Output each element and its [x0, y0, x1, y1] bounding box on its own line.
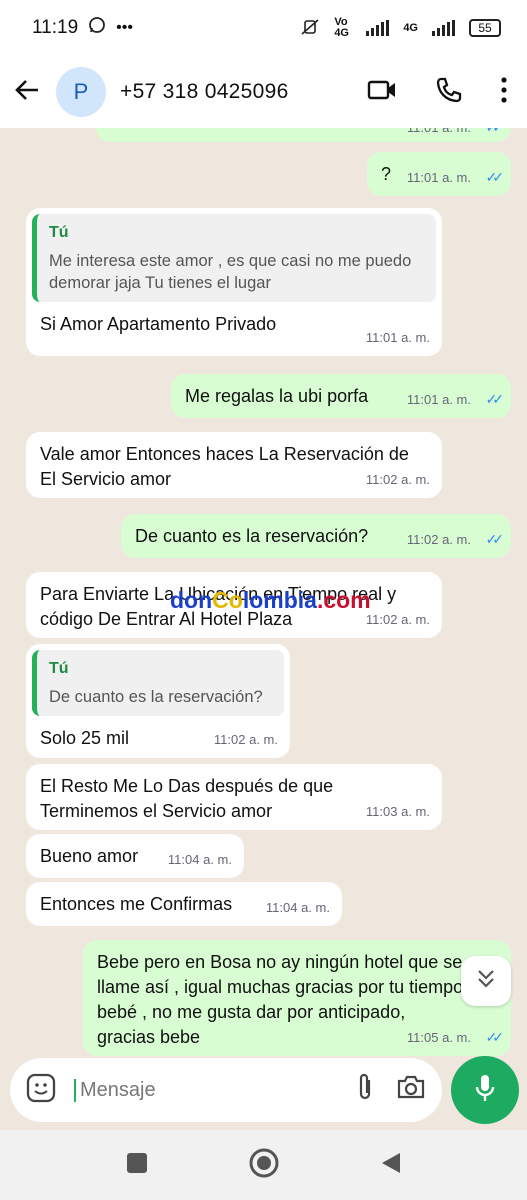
- message-time: 11:02 a. m.: [365, 612, 430, 627]
- message-bubble-incoming[interactable]: Tú Me interesa este amor , es que casi n…: [26, 208, 442, 356]
- more-notifications-icon: •••: [116, 19, 133, 36]
- message-bubble-incoming[interactable]: Entonces me Confirmas 11:04 a. m.: [26, 882, 342, 926]
- recents-icon[interactable]: [126, 1152, 148, 1179]
- signal-icon-2: [432, 20, 455, 36]
- message-bubble-outgoing[interactable]: Bebe pero en Bosa no ay ningún hotel que…: [83, 940, 511, 1056]
- video-call-icon[interactable]: [367, 79, 397, 106]
- message-time: 11:04 a. m.: [167, 852, 232, 867]
- whatsapp-notification-icon: [88, 16, 106, 40]
- quote-text: De cuanto es la reservación?: [49, 688, 263, 706]
- voice-message-button[interactable]: [451, 1056, 519, 1124]
- message-time: 11:05 a. m.: [406, 1030, 471, 1045]
- double-chevron-down-icon: [476, 967, 496, 995]
- avatar[interactable]: P: [56, 67, 106, 117]
- back-nav-icon[interactable]: [380, 1151, 402, 1180]
- message-text: Bueno amor: [40, 846, 139, 866]
- back-arrow-icon[interactable]: [14, 76, 44, 108]
- message-text: Me regalas la ubi porfa: [185, 386, 369, 406]
- message-bubble-outgoing-cut[interactable]: 11:01 a. m. ✓✓: [96, 128, 511, 142]
- read-receipt-icon: ✓✓: [486, 128, 505, 140]
- message-text: Solo 25 mil: [40, 728, 130, 748]
- watermark: donColombia.com: [170, 587, 371, 613]
- more-options-icon[interactable]: [501, 76, 507, 108]
- chat-header: P +57 318 0425096: [0, 56, 527, 128]
- message-text: De cuanto es la reservación?: [135, 526, 369, 546]
- message-bubble-incoming[interactable]: El Resto Me Lo Das después de que Termin…: [26, 764, 442, 830]
- quoted-message[interactable]: Tú De cuanto es la reservación?: [32, 650, 284, 716]
- home-icon[interactable]: [248, 1147, 280, 1184]
- message-bubble-incoming[interactable]: Vale amor Entonces haces La Reservación …: [26, 432, 442, 498]
- signal-icon: [366, 20, 390, 36]
- status-time: 11:19: [32, 17, 79, 38]
- message-bubble-outgoing[interactable]: ? 11:01 a. m. ✓✓: [367, 152, 511, 196]
- quote-text: Me interesa este amor , es que casi no m…: [49, 252, 412, 292]
- camera-icon[interactable]: [396, 1074, 426, 1107]
- status-bar: 11:19 ••• Vo 4G 4G 55: [0, 0, 527, 56]
- message-time: 11:01 a. m.: [406, 392, 471, 407]
- battery-indicator: 55: [469, 19, 501, 37]
- quoted-message[interactable]: Tú Me interesa este amor , es que casi n…: [32, 214, 436, 302]
- message-time: 11:03 a. m.: [365, 804, 430, 819]
- message-time: 11:01 a. m.: [406, 170, 471, 185]
- message-bubble-outgoing[interactable]: De cuanto es la reservación? 11:02 a. m.…: [121, 514, 511, 558]
- scroll-to-bottom-button[interactable]: [461, 956, 511, 1006]
- message-time: 11:02 a. m.: [365, 472, 430, 487]
- message-bubble-incoming[interactable]: Bueno amor 11:04 a. m.: [26, 834, 244, 878]
- message-text: Si Amor Apartamento Privado: [40, 314, 277, 334]
- system-navigation-bar: [0, 1130, 527, 1200]
- read-receipt-icon: ✓✓: [485, 169, 505, 185]
- microphone-icon: [474, 1073, 496, 1108]
- message-time: 11:04 a. m.: [265, 900, 330, 915]
- message-text: ?: [381, 164, 392, 184]
- read-receipt-icon: ✓✓: [485, 1029, 505, 1045]
- message-text: Entonces me Confirmas: [40, 894, 233, 914]
- message-input[interactable]: Mensaje: [74, 1078, 334, 1102]
- quote-author: Tú: [49, 224, 69, 241]
- message-time: 11:01 a. m.: [407, 128, 471, 140]
- message-bubble-incoming[interactable]: Tú De cuanto es la reservación? Solo 25 …: [26, 644, 290, 758]
- sticker-icon[interactable]: [26, 1073, 56, 1108]
- message-time: 11:01 a. m.: [365, 330, 430, 345]
- chat-area[interactable]: 11:01 a. m. ✓✓ ? 11:01 a. m. ✓✓ Tú Me in…: [0, 128, 527, 1058]
- attach-icon[interactable]: [356, 1072, 374, 1109]
- network-4g-label: 4G: [403, 22, 418, 34]
- read-receipt-icon: ✓✓: [485, 531, 505, 547]
- contact-name[interactable]: +57 318 0425096: [120, 80, 289, 104]
- message-composer[interactable]: Mensaje: [10, 1058, 442, 1122]
- phone-call-icon[interactable]: [435, 76, 463, 109]
- message-text: Vale amor Entonces haces La Reservación …: [40, 444, 409, 489]
- message-bubble-outgoing[interactable]: Me regalas la ubi porfa 11:01 a. m. ✓✓: [171, 374, 511, 418]
- mute-vibrate-icon: [300, 18, 320, 39]
- message-time: 11:02 a. m.: [406, 532, 471, 547]
- message-text: El Resto Me Lo Das después de que Termin…: [40, 776, 334, 821]
- volte-label: Vo 4G: [334, 16, 349, 39]
- message-time: 11:02 a. m.: [213, 732, 278, 747]
- quote-author: Tú: [49, 660, 69, 677]
- read-receipt-icon: ✓✓: [485, 391, 505, 407]
